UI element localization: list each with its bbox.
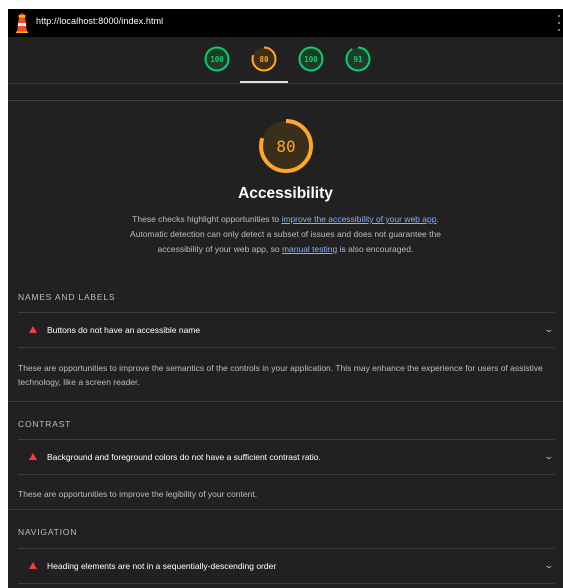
score-value: 100 bbox=[210, 54, 224, 64]
divider bbox=[18, 347, 555, 348]
group-heading-names-and-labels: NAMES AND LABELS bbox=[18, 292, 116, 302]
score-gauge-seo[interactable]: 91 bbox=[345, 46, 371, 72]
group-heading-contrast: CONTRAST bbox=[18, 419, 72, 429]
audit-title: Background and foreground colors do not … bbox=[47, 452, 321, 462]
score-gauge-best-practices[interactable]: 100 bbox=[298, 46, 324, 72]
divider bbox=[18, 583, 555, 584]
group-description: These are opportunities to improve the s… bbox=[18, 363, 543, 387]
divider bbox=[8, 509, 563, 510]
kebab-menu-icon[interactable] bbox=[557, 15, 561, 31]
chevron-down-icon[interactable]: ⌄ bbox=[544, 324, 555, 335]
report-url: http://localhost:8000/index.html bbox=[36, 16, 164, 26]
category-title: Accessibility bbox=[238, 185, 333, 202]
manual-testing-link[interactable]: manual testing bbox=[282, 244, 337, 254]
fail-icon bbox=[29, 562, 37, 569]
divider bbox=[8, 401, 563, 402]
audit-color-contrast[interactable]: Background and foreground colors do not … bbox=[18, 440, 555, 474]
chevron-down-icon[interactable]: ⌄ bbox=[544, 451, 555, 462]
group-heading-navigation: NAVIGATION bbox=[18, 527, 78, 537]
category-description: These checks highlight opportunities to … bbox=[128, 212, 443, 257]
report-topbar: http://localhost:8000/index.html bbox=[8, 9, 563, 37]
audit-title: Heading elements are not in a sequential… bbox=[47, 561, 277, 571]
fail-icon bbox=[29, 326, 37, 333]
score-value: 91 bbox=[353, 54, 363, 64]
chevron-down-icon[interactable]: ⌄ bbox=[544, 560, 555, 571]
fail-icon bbox=[29, 453, 37, 460]
score-gauge-accessibility[interactable]: 80 bbox=[251, 46, 277, 72]
audit-heading-order[interactable]: Heading elements are not in a sequential… bbox=[18, 549, 555, 583]
score-value: 100 bbox=[304, 54, 318, 64]
audit-button-name[interactable]: Buttons do not have an accessible name ⌄ bbox=[18, 313, 555, 347]
category-score-value: 80 bbox=[276, 136, 296, 156]
divider bbox=[18, 474, 555, 475]
description-text: These checks highlight opportunities to bbox=[132, 214, 282, 224]
header-spacer bbox=[8, 84, 563, 100]
score-gauge-performance[interactable]: 100 bbox=[204, 46, 230, 72]
audit-title: Buttons do not have an accessible name bbox=[47, 325, 201, 335]
score-tabs: 100 80 100 91 bbox=[8, 37, 563, 83]
group-description: These are opportunities to improve the l… bbox=[18, 489, 258, 499]
lighthouse-icon bbox=[16, 13, 28, 33]
lighthouse-report: http://localhost:8000/index.html 100 80 bbox=[8, 9, 563, 588]
category-score-gauge: 80 bbox=[258, 118, 314, 174]
accessibility-link[interactable]: improve the accessibility of your web ap… bbox=[281, 214, 436, 224]
divider bbox=[8, 100, 563, 101]
description-text: is also encouraged. bbox=[337, 244, 414, 254]
score-value: 80 bbox=[259, 54, 269, 64]
